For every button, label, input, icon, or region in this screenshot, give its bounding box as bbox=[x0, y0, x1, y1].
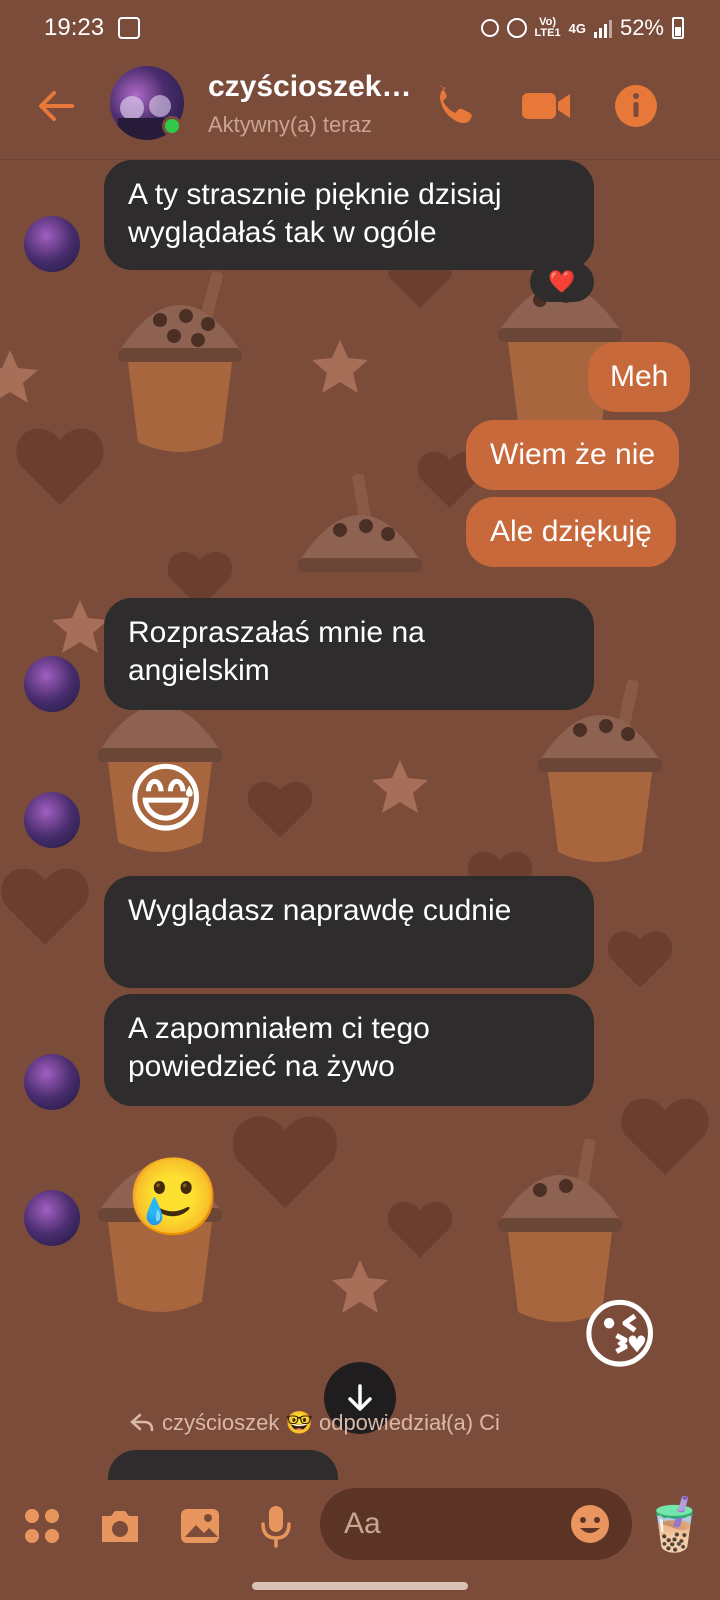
quick-reaction-button[interactable]: 🧋 bbox=[642, 1490, 707, 1560]
alarm-icon bbox=[506, 18, 527, 38]
message-reaction[interactable]: ❤️ bbox=[530, 262, 594, 302]
four-dots-menu-icon[interactable] bbox=[18, 1502, 66, 1550]
heart-reaction-icon: ❤️ bbox=[548, 269, 576, 294]
battery-percent: 52% bbox=[619, 15, 664, 40]
message-bubble-outgoing[interactable]: Wiem że nie bbox=[466, 420, 680, 490]
battery-icon bbox=[672, 17, 684, 39]
contact-avatar[interactable] bbox=[110, 66, 184, 140]
sender-avatar[interactable] bbox=[24, 1054, 80, 1110]
emoji-message-outgoing[interactable]: 😘 bbox=[580, 1288, 659, 1384]
sync-icon bbox=[480, 19, 499, 37]
message-bubble-incoming[interactable]: Rozpraszałaś mnie na angielskim bbox=[104, 598, 594, 710]
emoji-message[interactable]: 😅 bbox=[126, 752, 205, 848]
camera-icon[interactable] bbox=[96, 1502, 144, 1550]
volte-indicator: Vo) LTE1 bbox=[535, 17, 561, 39]
status-bar: 19:23 Vo) LTE1 4G 52% bbox=[0, 0, 720, 56]
arrow-left-icon[interactable] bbox=[32, 82, 80, 130]
sender-avatar[interactable] bbox=[24, 1190, 80, 1246]
image-icon[interactable] bbox=[176, 1502, 224, 1550]
message-bubble-incoming[interactable]: Wyglądasz naprawdę cudnie bbox=[104, 876, 594, 988]
reply-preview: czyścioszek 🤓 odpowiedział(a) Ci bbox=[130, 1410, 500, 1436]
reply-preview-text: czyścioszek 🤓 odpowiedział(a) Ci bbox=[162, 1410, 500, 1435]
microphone-icon[interactable] bbox=[252, 1502, 300, 1550]
smiley-icon[interactable] bbox=[568, 1502, 612, 1546]
sender-avatar[interactable] bbox=[24, 656, 80, 712]
message-bubble-incoming[interactable]: A ty strasznie pięknie dzisiaj wyglądała… bbox=[104, 160, 594, 270]
info-icon[interactable] bbox=[610, 80, 662, 132]
message-bubble-incoming[interactable]: A zapomniałem ci tego powiedzieć na żywo bbox=[104, 994, 594, 1106]
status-time: 19:23 bbox=[44, 14, 105, 41]
online-status-dot bbox=[162, 116, 182, 136]
message-input[interactable] bbox=[344, 1507, 564, 1541]
message-bubble-outgoing[interactable]: Ale dziękuję bbox=[466, 497, 676, 567]
chat-header: czyścioszek… Aktywny(a) teraz bbox=[0, 56, 720, 160]
home-indicator[interactable] bbox=[252, 1582, 468, 1590]
emoji-message[interactable]: 🥲 bbox=[126, 1150, 221, 1246]
sender-avatar[interactable] bbox=[24, 792, 80, 848]
message-bubble-outgoing[interactable]: Meh bbox=[588, 342, 691, 412]
signal-icon bbox=[593, 18, 612, 38]
video-camera-icon[interactable] bbox=[516, 80, 576, 132]
lte-label: LTE1 bbox=[534, 27, 561, 39]
message-composer: 🧋 bbox=[0, 1480, 720, 1576]
phone-icon[interactable] bbox=[432, 80, 484, 132]
network-type: 4G bbox=[568, 20, 586, 36]
gallery-notification-icon bbox=[118, 17, 141, 39]
sender-avatar[interactable] bbox=[24, 216, 80, 272]
message-input-field[interactable] bbox=[320, 1488, 632, 1560]
contact-name: czyścioszek… bbox=[208, 70, 412, 103]
replied-message-stub[interactable] bbox=[108, 1450, 338, 1480]
reply-icon bbox=[130, 1413, 154, 1432]
contact-status: Aktywny(a) teraz bbox=[208, 112, 372, 137]
contact-info[interactable]: czyścioszek… Aktywny(a) teraz bbox=[208, 70, 411, 138]
